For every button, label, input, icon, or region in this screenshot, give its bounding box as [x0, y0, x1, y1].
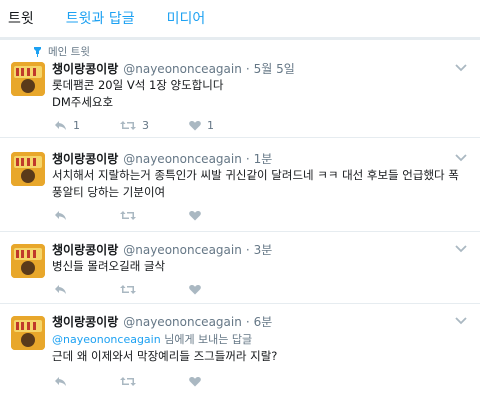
profile-tabs: 트윗 트윗과 답글 미디어	[0, 0, 480, 38]
tweet-header: 챙이랑콩이랑 @nayeononceagain · 6분	[52, 313, 272, 330]
separator: ·	[245, 152, 250, 166]
tweet-reply[interactable]: 챙이랑콩이랑 @nayeononceagain · 6분 @nayeononce…	[0, 304, 480, 404]
avatar[interactable]	[11, 62, 45, 96]
pinned-indicator: 메인 트윗	[32, 44, 90, 59]
reply-icon	[55, 377, 66, 386]
tab-tweets-and-replies[interactable]: 트윗과 답글	[50, 0, 151, 38]
avatar-image	[11, 62, 45, 96]
reply-button[interactable]	[54, 376, 67, 387]
tweet-actions: 1 3 1	[52, 119, 352, 135]
chevron-down-icon[interactable]	[454, 316, 468, 326]
reply-button[interactable]: 1	[54, 119, 80, 132]
tweet-header: 챙이랑콩이랑 @nayeononceagain · 1분	[52, 150, 272, 167]
tweet-actions	[52, 284, 352, 300]
retweet-icon	[120, 377, 136, 386]
reply-context: @nayeononceagain 님에게 보내는 답글	[52, 331, 252, 347]
like-button[interactable]	[189, 210, 201, 221]
separator: ·	[245, 62, 250, 76]
reply-icon	[55, 211, 66, 220]
retweet-button[interactable]	[120, 376, 136, 387]
retweet-icon	[120, 121, 136, 130]
username[interactable]: @nayeononceagain	[123, 315, 242, 329]
tweet-text: 서치해서 지랄하는거 종특인가 씨발 귀신같이 달려드네 ㅋㅋ 대선 후보들 언…	[52, 168, 459, 199]
reply-icon	[55, 285, 66, 294]
tab-media[interactable]: 미디어	[151, 0, 222, 38]
heart-icon	[189, 377, 201, 387]
tweet[interactable]: 챙이랑콩이랑 @nayeononceagain · 1분 서치해서 지랄하는거 …	[0, 138, 480, 232]
like-button[interactable]	[189, 284, 201, 295]
timestamp[interactable]: 1분	[254, 150, 273, 167]
avatar-image	[11, 244, 45, 278]
pin-icon	[34, 47, 41, 57]
username[interactable]: @nayeononceagain	[123, 62, 242, 76]
tab-tweets[interactable]: 트윗	[0, 0, 50, 38]
tweet-text: 롯데팸콘 20일 V석 1장 양도합니다 DM주세요호	[52, 78, 224, 109]
display-name[interactable]: 챙이랑콩이랑	[52, 241, 118, 258]
reply-to-suffix: 님에게 보내는 답글	[160, 333, 253, 346]
avatar[interactable]	[11, 316, 45, 350]
username[interactable]: @nayeononceagain	[123, 152, 242, 166]
avatar-image	[11, 152, 45, 186]
like-count: 1	[207, 119, 214, 132]
tweet[interactable]: 챙이랑콩이랑 @nayeononceagain · 3분 병신들 몰려오길래 글…	[0, 232, 480, 304]
reply-to-link[interactable]: @nayeononceagain	[52, 333, 161, 346]
display-name[interactable]: 챙이랑콩이랑	[52, 60, 118, 77]
timestamp[interactable]: 6분	[254, 313, 273, 330]
display-name[interactable]: 챙이랑콩이랑	[52, 150, 118, 167]
avatar[interactable]	[11, 244, 45, 278]
separator: ·	[245, 243, 250, 257]
tweet-header: 챙이랑콩이랑 @nayeononceagain · 5월 5일	[52, 60, 295, 77]
reply-count: 1	[73, 119, 80, 132]
avatar-image	[11, 316, 45, 350]
timestamp[interactable]: 3분	[254, 241, 273, 258]
reply-icon	[55, 121, 66, 130]
reply-button[interactable]	[54, 284, 67, 295]
tweet-text: 병신들 몰려오길래 글삭	[52, 259, 166, 273]
retweet-button[interactable]: 3	[120, 119, 149, 132]
retweet-icon	[120, 211, 136, 220]
retweet-button[interactable]	[120, 284, 136, 295]
tweet-actions	[52, 376, 352, 392]
timeline: 메인 트윗 챙이랑콩이랑 @nayeononceagain · 5월 5일 롯데…	[0, 40, 480, 404]
separator: ·	[245, 315, 250, 329]
display-name[interactable]: 챙이랑콩이랑	[52, 313, 118, 330]
tweet-header: 챙이랑콩이랑 @nayeononceagain · 3분	[52, 241, 272, 258]
chevron-down-icon[interactable]	[454, 153, 468, 163]
tweet-pinned[interactable]: 메인 트윗 챙이랑콩이랑 @nayeononceagain · 5월 5일 롯데…	[0, 40, 480, 138]
tweet-actions	[52, 210, 352, 226]
tweet-text: 근데 왜 이제와서 막장예리들 즈그들꺼라 지랄?	[52, 349, 278, 363]
heart-icon	[189, 121, 201, 131]
username[interactable]: @nayeononceagain	[123, 243, 242, 257]
pinned-label: 메인 트윗	[48, 46, 90, 58]
timestamp[interactable]: 5월 5일	[254, 60, 295, 77]
retweet-button[interactable]	[120, 210, 136, 221]
avatar[interactable]	[11, 152, 45, 186]
chevron-down-icon[interactable]	[454, 63, 468, 73]
like-button[interactable]	[189, 376, 201, 387]
heart-icon	[189, 285, 201, 295]
chevron-down-icon[interactable]	[454, 244, 468, 254]
retweet-icon	[120, 285, 136, 294]
heart-icon	[189, 211, 201, 221]
like-button[interactable]: 1	[189, 119, 214, 132]
reply-button[interactable]	[54, 210, 67, 221]
retweet-count: 3	[142, 119, 149, 132]
